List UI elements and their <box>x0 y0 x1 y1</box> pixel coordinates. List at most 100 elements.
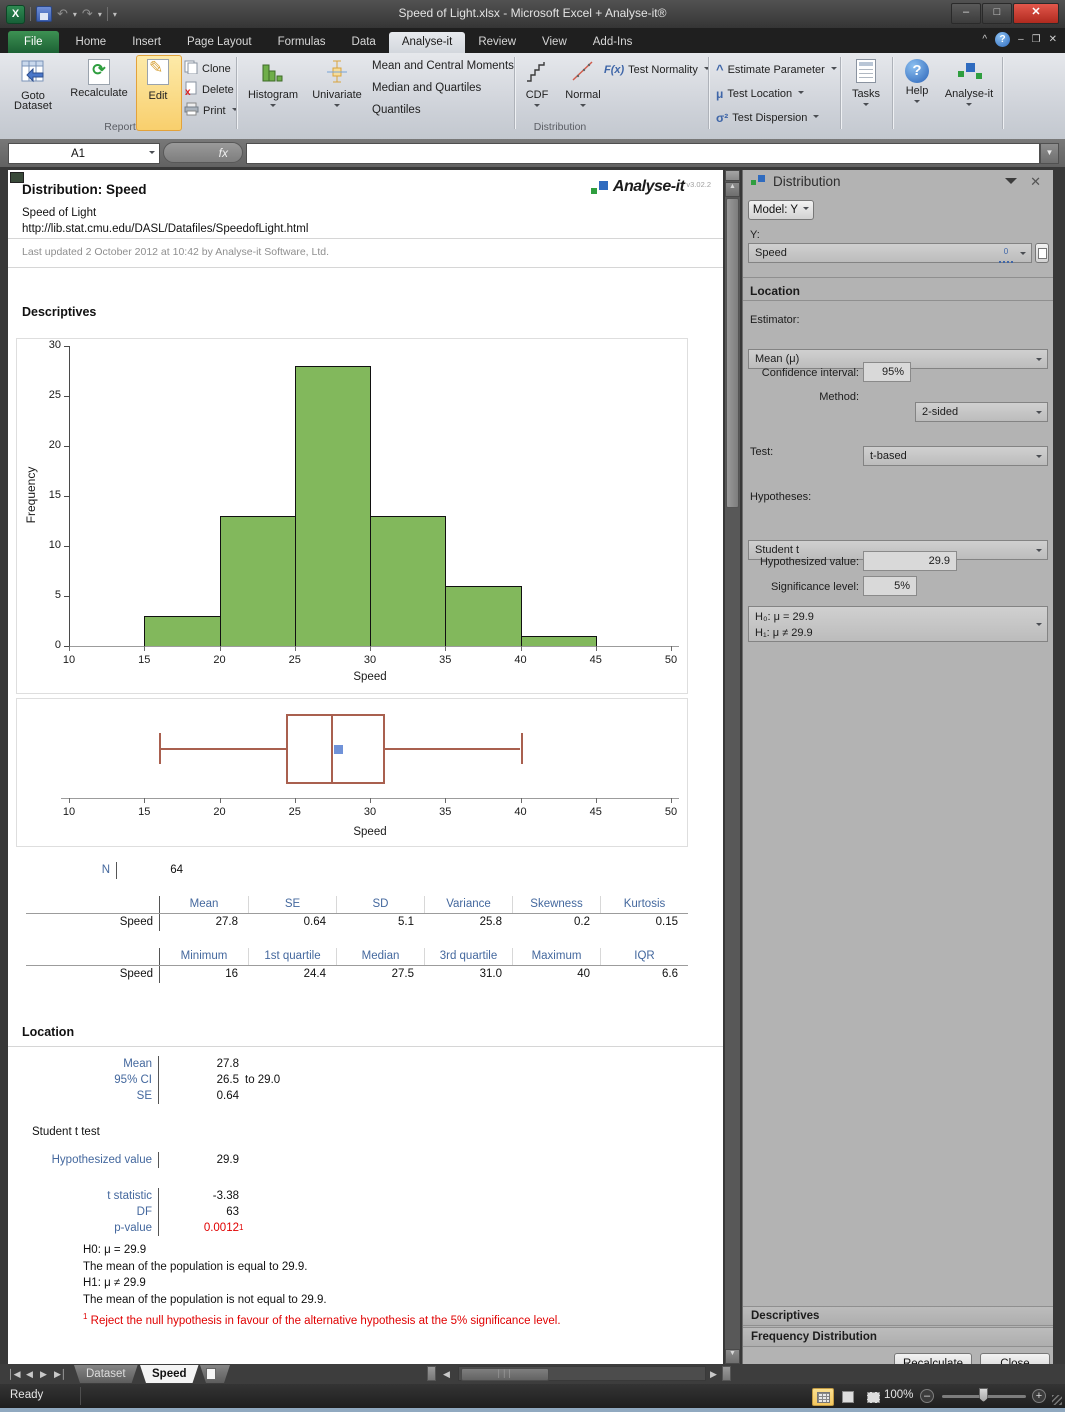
workbook-close-icon[interactable]: ✕ <box>1049 34 1057 45</box>
insert-function-button[interactable]: fx <box>163 142 243 163</box>
horizontal-scrollbar-track[interactable]: │││ <box>458 1366 706 1381</box>
estimate-parameter-button[interactable]: ^ Estimate Parameter <box>716 60 837 79</box>
test-dispersion-button[interactable]: σ² Test Dispersion <box>716 108 820 127</box>
cdf-icon <box>524 59 550 87</box>
stat-value-mean: 27.8 <box>216 1058 239 1070</box>
collapse-ribbon-icon[interactable]: ^ <box>982 34 987 45</box>
tab-page-layout[interactable]: Page Layout <box>174 32 265 53</box>
dataset-picker-button[interactable] <box>1035 243 1049 263</box>
tab-data[interactable]: Data <box>339 32 389 53</box>
tab-formulas[interactable]: Formulas <box>265 32 339 53</box>
zoom-out-icon[interactable]: – <box>920 1389 934 1403</box>
tab-home[interactable]: Home <box>63 32 120 53</box>
horizontal-scrollbar-thumb[interactable]: │││ <box>461 1368 549 1381</box>
help-icon[interactable]: ? <box>995 32 1011 47</box>
hscroll-left-icon[interactable]: ◀ <box>443 1365 450 1383</box>
zoom-slider-handle[interactable] <box>979 1388 988 1402</box>
cell-minimum: 16 <box>225 968 238 980</box>
x-axis-label: Speed <box>353 826 387 838</box>
formula-input[interactable] <box>246 143 1040 164</box>
method-dropdown[interactable]: t-based <box>863 446 1048 466</box>
last-sheet-icon[interactable]: ▶│ <box>54 1365 67 1383</box>
menu-mean-central-moments[interactable]: Mean and Central Moments <box>372 60 514 72</box>
stat-label-p-value: p-value <box>114 1222 152 1234</box>
col-header-mean: Mean <box>189 898 219 910</box>
brand-text: Analyse-it <box>612 178 685 195</box>
scroll-down-icon[interactable]: ▼ <box>725 1349 740 1364</box>
sheet-tab-dataset[interactable]: Dataset <box>74 1365 138 1383</box>
sheet-tab-speed[interactable]: Speed <box>140 1365 199 1383</box>
tab-add-ins[interactable]: Add-Ins <box>580 32 646 53</box>
workbook-minimize-icon[interactable]: – <box>1018 34 1024 45</box>
h1-line: H1: μ ≠ 29.9 <box>83 1277 146 1289</box>
test-normality-button[interactable]: F(x) Test Normality <box>604 60 710 79</box>
page-break-view-icon[interactable] <box>862 1388 884 1406</box>
method-value: t-based <box>870 450 907 462</box>
estimate-parameter-label: Estimate Parameter <box>727 63 825 76</box>
fx-icon: F(x) <box>604 63 625 76</box>
menu-quantiles[interactable]: Quantiles <box>372 104 421 116</box>
test-location-button[interactable]: μ Test Location <box>716 84 805 103</box>
workbook-restore-icon[interactable]: ❐ <box>1032 34 1041 45</box>
col-header-median: Median <box>336 948 424 965</box>
scrollbar-thumb[interactable] <box>726 198 739 508</box>
tab-split-handle-right[interactable] <box>722 1366 731 1381</box>
frequency-distribution-section-bar[interactable]: Frequency Distribution <box>743 1327 1053 1347</box>
prev-sheet-icon[interactable]: ◀ <box>26 1365 33 1383</box>
resize-grip[interactable] <box>1052 1395 1062 1405</box>
confidence-interval-input[interactable]: 95% <box>863 362 911 382</box>
cell-median: 27.5 <box>391 968 414 980</box>
zoom-level[interactable]: 100% <box>884 1389 913 1401</box>
panel-menu-icon[interactable] <box>1005 178 1017 190</box>
y-variable-combo[interactable]: Speed 0 <box>748 243 1032 263</box>
name-box[interactable]: A1 <box>8 143 160 164</box>
scroll-up-icon[interactable]: ▲ <box>725 182 740 197</box>
tab-split-handle[interactable] <box>427 1366 436 1381</box>
clone-button[interactable]: Clone <box>184 59 231 78</box>
page-layout-view-icon[interactable] <box>837 1388 859 1406</box>
tab-analyse-it[interactable]: Analyse-it <box>388 32 466 53</box>
scrollbar-split-handle[interactable] <box>725 170 740 181</box>
divider <box>743 300 1053 301</box>
help-button[interactable]: ? Help <box>896 56 938 134</box>
next-sheet-icon[interactable]: ▶ <box>40 1365 47 1383</box>
table-header-row: Minimum 1st quartile Median 3rd quartile… <box>26 948 688 966</box>
report-vertical-scrollbar[interactable]: ▲ ▼ <box>725 170 740 1364</box>
delete-button[interactable]: x Delete <box>184 80 234 99</box>
estimate-parameter-dropdown-icon <box>830 66 837 73</box>
model-button[interactable]: Model: Y <box>748 200 814 220</box>
hypothesized-value-input[interactable]: 29.9 <box>863 551 957 571</box>
minimize-button[interactable]: – <box>951 3 981 24</box>
help-dropdown-icon <box>914 100 920 106</box>
insert-worksheet-tab[interactable] <box>200 1365 230 1383</box>
group-divider <box>1002 57 1003 129</box>
mini-sheet-icon <box>1037 248 1047 259</box>
confidence-interval-value: 95% <box>881 366 904 378</box>
descriptives-section-bar[interactable]: Descriptives <box>743 1306 1053 1326</box>
histogram-button[interactable]: Histogram <box>242 56 304 134</box>
tab-file[interactable]: File <box>8 31 59 53</box>
first-sheet-icon[interactable]: │◀ <box>8 1365 21 1383</box>
print-button[interactable]: Print <box>184 101 238 120</box>
panel-close-icon[interactable]: ✕ <box>1030 174 1041 190</box>
zoom-in-icon[interactable]: + <box>1032 1389 1046 1403</box>
significance-level-input[interactable]: 5% <box>863 576 917 596</box>
cdf-dropdown-icon <box>534 104 540 110</box>
ci-sided-dropdown[interactable]: 2-sided <box>915 402 1048 422</box>
tab-review[interactable]: Review <box>465 32 529 53</box>
normal-view-icon[interactable] <box>812 1388 834 1406</box>
analyseit-button[interactable]: Analyse-it <box>940 56 998 134</box>
group-divider <box>236 57 237 129</box>
hypotheses-dropdown[interactable]: H₀: μ = 29.9 H₁: μ ≠ 29.9 <box>748 606 1048 642</box>
tab-insert[interactable]: Insert <box>119 32 174 53</box>
close-button[interactable]: ✕ <box>1013 3 1059 24</box>
view-shortcuts <box>812 1388 884 1406</box>
expand-formula-bar-icon[interactable]: ▼ <box>1040 143 1059 164</box>
menu-median-quartiles[interactable]: Median and Quartiles <box>372 82 481 94</box>
test-normality-label: Test Normality <box>628 63 698 76</box>
univariate-button[interactable]: Univariate <box>306 56 368 134</box>
tab-view[interactable]: View <box>529 32 580 53</box>
maximize-button[interactable]: □ <box>982 3 1012 24</box>
hscroll-right-icon[interactable]: ▶ <box>710 1365 717 1383</box>
tasks-button[interactable]: Tasks <box>844 56 888 134</box>
